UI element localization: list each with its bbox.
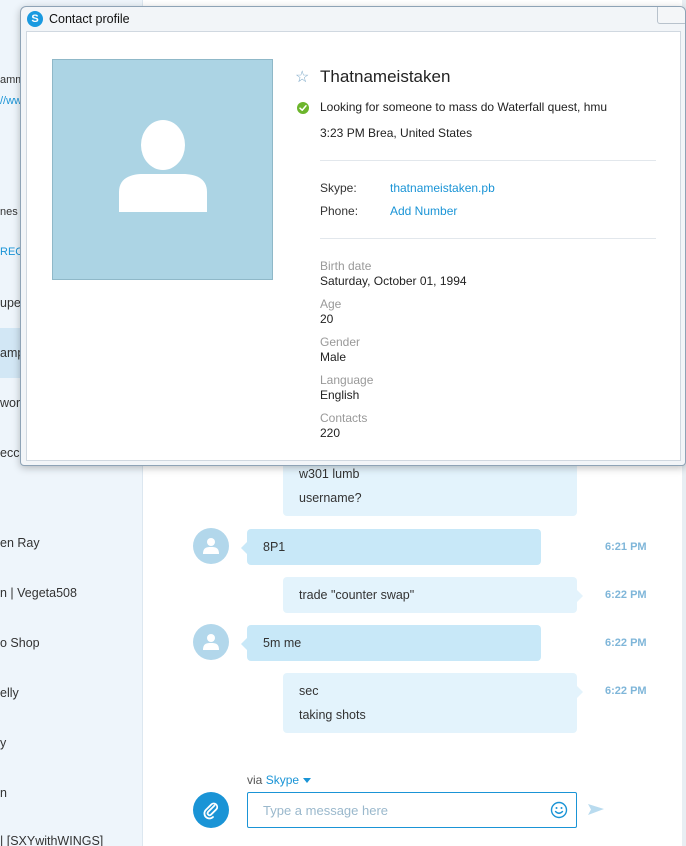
sidebar-contact-item[interactable]: n | Vegeta508 [0,568,142,618]
send-via-selector[interactable]: via Skype [247,773,312,787]
sidebar-fragment[interactable]: REC [0,246,22,258]
birth-date-value: Saturday, October 01, 1994 [320,274,467,288]
bubble-tail [241,542,247,554]
message-bubble: 5m me [241,625,541,661]
message-line: 8P1 [263,540,286,554]
message-bubble: trade "counter swap" [283,577,583,613]
message-line: 5m me [263,636,302,650]
message-line: username? [299,491,362,505]
chevron-down-icon[interactable] [303,778,312,784]
contacts-value: 220 [320,426,341,440]
language-label: Language [320,373,374,387]
message-line: sec [299,684,319,698]
sidebar-contact-label: y [0,736,7,750]
message-time: 6:21 PM [605,541,647,553]
sidebar-contact-item[interactable]: en Ray [0,518,142,568]
sidebar-fragment: //ww [0,95,22,107]
via-prefix: via [247,773,263,787]
message-bubble: 8P1 [241,529,541,565]
sidebar-contact-label: o Shop [0,636,40,650]
via-service-link[interactable]: Skype [266,773,299,787]
age-value: 20 [320,312,334,326]
profile-avatar [52,59,273,280]
attach-button[interactable] [193,792,229,828]
sidebar-contact-label: upe [0,296,21,310]
dialog-title: Contact profile [49,12,130,26]
skype-label: Skype: [320,181,357,195]
dialog-titlebar[interactable]: S Contact profile [21,7,685,31]
message-time: 6:22 PM [605,637,647,649]
contacts-label: Contacts [320,411,368,425]
add-number-link[interactable]: Add Number [390,204,457,218]
message-line: taking shots [299,708,366,722]
user-silhouette-icon [203,634,219,650]
close-button[interactable] [657,7,685,24]
message-line: trade "counter swap" [299,588,415,602]
sidebar-contact-label: wor [0,396,21,410]
sidebar-contact-item[interactable]: y [0,718,142,768]
sidebar-contact-label: elly [0,686,19,700]
contact-avatar[interactable] [193,624,229,660]
message-bubble: w301 lumb username? [283,462,577,516]
sidebar-contact-label: n | Vegeta508 [0,586,77,600]
message-time: 6:22 PM [605,685,647,697]
profile-body: ☆ Thatnameistaken Looking for someone to… [26,31,681,461]
sidebar-fragment: amm [0,74,22,86]
skype-name-link[interactable]: thatnameistaken.pb [390,181,495,195]
birth-date-label: Birth date [320,259,372,273]
sidebar-contact-label: en Ray [0,536,40,550]
sidebar-contact-item[interactable]: | [SXYwithWINGS] [0,816,142,846]
local-time-location: 3:23 PM Brea, United States [320,126,473,140]
divider [320,238,656,239]
sidebar-contact-item[interactable]: elly [0,668,142,718]
message-time: 6:22 PM [605,589,647,601]
gender-value: Male [320,350,347,364]
language-value: English [320,388,360,402]
sidebar-contact-label: n [0,786,7,800]
skype-logo-icon: S [27,11,43,27]
paperclip-icon [203,802,219,820]
sidebar-fragment: nes [0,206,18,218]
message-bubble: sec taking shots [283,673,583,733]
contact-avatar[interactable] [193,528,229,564]
user-silhouette-icon [203,538,219,554]
smiley-icon[interactable] [550,801,568,819]
gender-label: Gender [320,335,361,349]
online-check-icon [297,102,309,114]
user-silhouette-icon [119,120,207,212]
divider [320,160,656,161]
mood-message: Looking for someone to mass do Waterfall… [320,100,608,114]
bubble-tail [577,590,583,602]
phone-label: Phone: [320,204,359,218]
message-input[interactable] [247,792,577,828]
contact-display-name: Thatnameistaken [320,67,451,86]
sidebar-contact-item[interactable]: n [0,768,142,818]
bubble-tail [241,638,247,650]
send-arrow-icon[interactable] [587,801,605,819]
age-label: Age [320,297,342,311]
bubble-tail [577,686,583,698]
contact-profile-dialog: S Contact profile ☆ Thatnameistaken Look… [20,6,686,466]
sidebar-contact-label: | [SXYwithWINGS] [0,834,104,846]
star-outline-icon[interactable]: ☆ [295,70,309,86]
sidebar-contact-item[interactable]: o Shop [0,618,142,668]
